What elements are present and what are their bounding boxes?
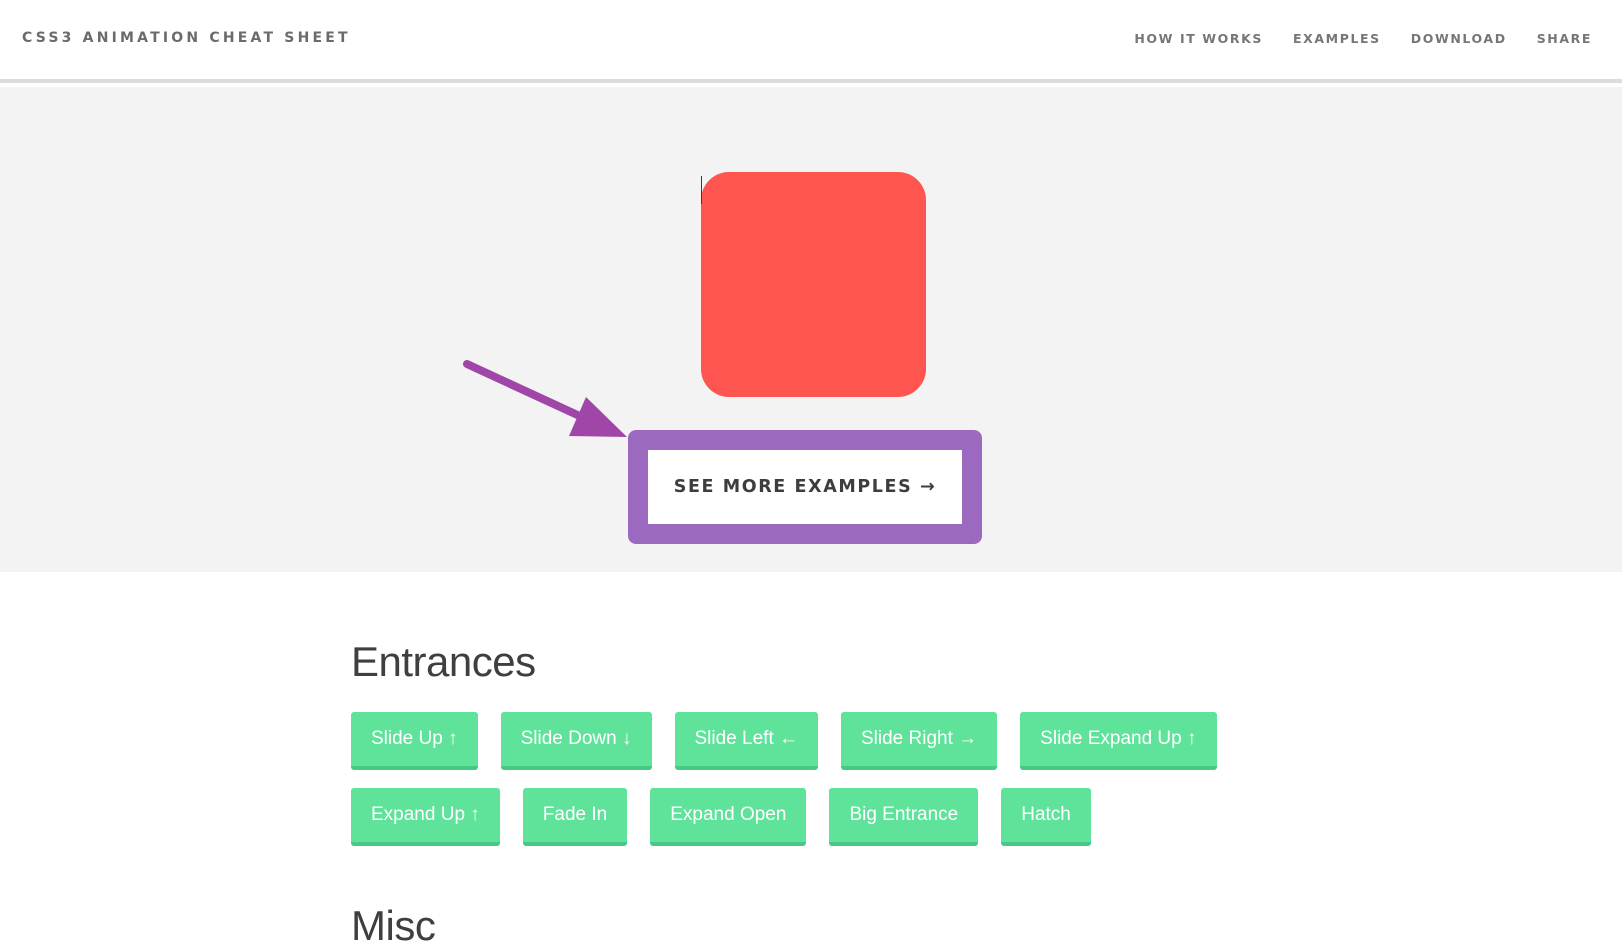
see-more-examples-button[interactable]: SEE MORE EXAMPLES →: [648, 450, 962, 524]
expand-up-button[interactable]: Expand Up ↑: [351, 788, 500, 846]
slide-left-button[interactable]: Slide Left ←: [674, 712, 818, 770]
big-entrance-button[interactable]: Big Entrance: [829, 788, 979, 846]
slide-right-button[interactable]: Slide Right →: [841, 712, 998, 770]
top-navbar: CSS3 ANIMATION CHEAT SHEET HOW IT WORKS …: [0, 0, 1622, 83]
main-nav: HOW IT WORKS EXAMPLES DOWNLOAD SHARE: [1134, 31, 1592, 46]
slide-down-button[interactable]: Slide Down ↓: [500, 712, 652, 770]
hero-demo-area: SEE MORE EXAMPLES →: [0, 87, 1622, 572]
entrances-row-1: Slide Up ↑ Slide Down ↓ Slide Left ← Sli…: [351, 712, 1217, 770]
nav-how-it-works[interactable]: HOW IT WORKS: [1134, 31, 1263, 46]
nav-download[interactable]: DOWNLOAD: [1411, 31, 1507, 46]
section-title-entrances: Entrances: [351, 638, 536, 685]
animation-demo-square: [701, 172, 926, 397]
site-title[interactable]: CSS3 ANIMATION CHEAT SHEET: [22, 30, 351, 46]
nav-share[interactable]: SHARE: [1537, 31, 1592, 46]
fade-in-button[interactable]: Fade In: [522, 788, 628, 846]
entrances-row-2: Expand Up ↑ Fade In Expand Open Big Entr…: [351, 788, 1091, 846]
text-cursor: [701, 176, 702, 204]
nav-examples[interactable]: EXAMPLES: [1293, 31, 1381, 46]
slide-expand-up-button[interactable]: Slide Expand Up ↑: [1020, 712, 1217, 770]
expand-open-button[interactable]: Expand Open: [650, 788, 807, 846]
section-title-misc: Misc: [351, 902, 436, 949]
see-more-examples-label: SEE MORE EXAMPLES →: [673, 477, 937, 497]
hatch-button[interactable]: Hatch: [1001, 788, 1091, 846]
slide-up-button[interactable]: Slide Up ↑: [351, 712, 478, 770]
